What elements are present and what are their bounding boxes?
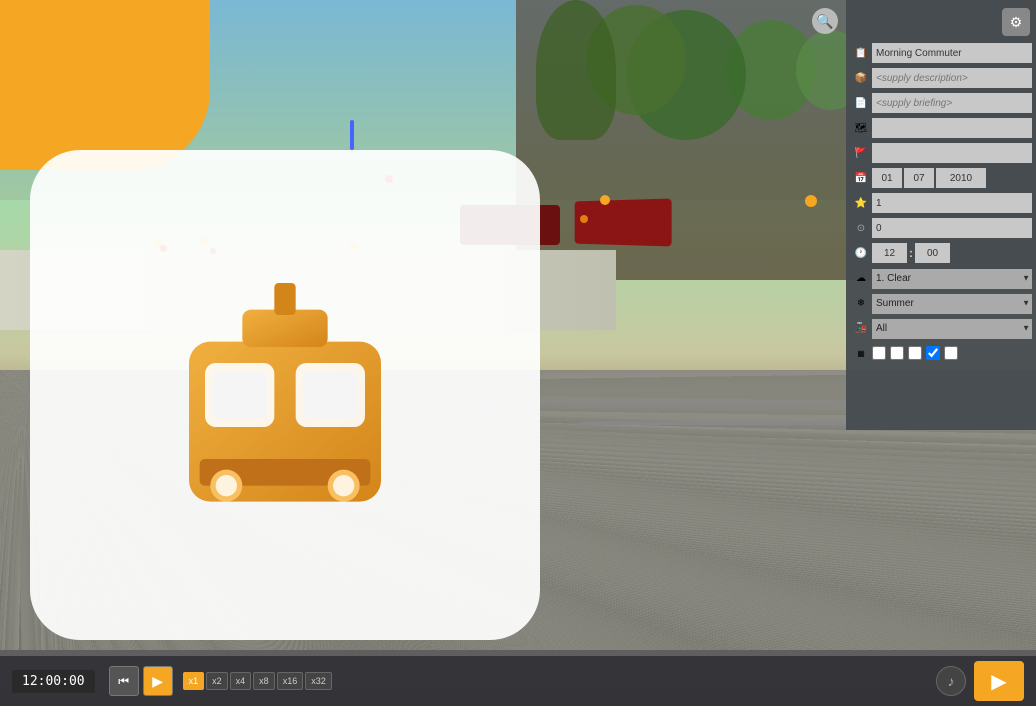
speed-x8-button[interactable]: x8 bbox=[253, 672, 275, 690]
gear-icon: ⚙ bbox=[1010, 14, 1023, 31]
settings-panel: ⚙ 📋 📦 📄 🗺 🚩 📅 bbox=[846, 0, 1036, 430]
weather-icon: ☁ bbox=[850, 267, 872, 289]
music-button[interactable]: ♪ bbox=[936, 666, 966, 696]
scenario-icon: 📋 bbox=[850, 42, 872, 64]
time-icon: 🕐 bbox=[850, 242, 872, 264]
points-input[interactable] bbox=[872, 218, 1032, 238]
marker-blue bbox=[350, 120, 354, 150]
era-icon: 🚂 bbox=[850, 317, 872, 339]
points-row: ⊙ bbox=[850, 217, 1032, 239]
weather-select[interactable]: 1. Clear 2. Overcast 3. Rain 4. Snow bbox=[872, 269, 1032, 289]
tree-5 bbox=[536, 0, 616, 140]
play-big-button[interactable]: ▶ bbox=[974, 661, 1024, 701]
field4-row: 🚩 bbox=[850, 142, 1032, 164]
stars-input[interactable] bbox=[872, 193, 1032, 213]
checkboxes-row: ▦ bbox=[850, 342, 1032, 364]
checkbox-1[interactable] bbox=[872, 346, 886, 360]
supply-desc-icon: 📦 bbox=[850, 67, 872, 89]
music-icon: ♪ bbox=[948, 673, 955, 689]
dot-6 bbox=[805, 195, 817, 207]
supply-briefing-input[interactable] bbox=[872, 93, 1032, 113]
date-icon: 📅 bbox=[850, 167, 872, 189]
right-controls: ♪ ▶ bbox=[936, 661, 1024, 701]
stars-icon: ⭐ bbox=[850, 192, 872, 214]
checkbox-3[interactable] bbox=[908, 346, 922, 360]
date-month-input[interactable] bbox=[904, 168, 934, 188]
supply-briefing-row: 📄 bbox=[850, 92, 1032, 114]
checkbox-4[interactable] bbox=[926, 346, 940, 360]
time-min-input[interactable] bbox=[915, 243, 950, 263]
supply-briefing-icon: 📄 bbox=[850, 92, 872, 114]
supply-description-input[interactable] bbox=[872, 68, 1032, 88]
scenario-name-row: 📋 bbox=[850, 42, 1032, 64]
panel-header: ⚙ bbox=[850, 4, 1032, 40]
train-card bbox=[30, 150, 540, 640]
search-button[interactable]: 🔍 bbox=[812, 8, 838, 34]
field4-icon: 🚩 bbox=[850, 142, 872, 164]
supply-description-row: 📦 bbox=[850, 67, 1032, 89]
gear-button[interactable]: ⚙ bbox=[1002, 8, 1030, 36]
points-icon: ⊙ bbox=[850, 217, 872, 239]
speed-buttons: x1 x2 x4 x8 x16 x32 bbox=[183, 672, 332, 690]
speed-x32-button[interactable]: x32 bbox=[305, 672, 332, 690]
dot-5 bbox=[580, 215, 588, 223]
skip-back-button[interactable]: ⏮ bbox=[109, 666, 139, 696]
bottom-bar: 12:00:00 ⏮ ▶ x1 x2 x4 x8 x16 x32 ♪ ▶ bbox=[0, 656, 1036, 706]
play-big-icon: ▶ bbox=[991, 669, 1006, 694]
dot-4 bbox=[600, 195, 610, 205]
checkbox-2[interactable] bbox=[890, 346, 904, 360]
era-row: 🚂 All Steam Diesel Electric ▼ bbox=[850, 317, 1032, 339]
speed-x4-button[interactable]: x4 bbox=[230, 672, 252, 690]
transport-controls: ⏮ ▶ bbox=[109, 666, 173, 696]
speed-x1-button[interactable]: x1 bbox=[183, 672, 205, 690]
field3-row: 🗺 bbox=[850, 117, 1032, 139]
skip-back-icon: ⏮ bbox=[118, 674, 129, 689]
scenario-name-input[interactable] bbox=[872, 43, 1032, 63]
time-group: : bbox=[872, 243, 1032, 263]
time-display: 12:00:00 bbox=[12, 670, 95, 693]
date-day-input[interactable] bbox=[872, 168, 902, 188]
weather-select-wrapper: 1. Clear 2. Overcast 3. Rain 4. Snow ▼ bbox=[872, 268, 1032, 288]
bench-2 bbox=[575, 198, 672, 246]
checkbox-row-icon: ▦ bbox=[850, 342, 872, 364]
weather-row: ☁ 1. Clear 2. Overcast 3. Rain 4. Snow ▼ bbox=[850, 267, 1032, 289]
checkbox-group bbox=[872, 346, 1032, 360]
date-group bbox=[872, 168, 1032, 188]
season-icon: ❄ bbox=[850, 292, 872, 314]
field3-icon: 🗺 bbox=[850, 117, 872, 139]
play-icon: ▶ bbox=[152, 673, 163, 690]
stars-row: ⭐ bbox=[850, 192, 1032, 214]
era-select[interactable]: All Steam Diesel Electric bbox=[872, 319, 1032, 339]
speed-x2-button[interactable]: x2 bbox=[206, 672, 228, 690]
logo-orange bbox=[0, 0, 210, 170]
season-select[interactable]: Spring Summer Autumn Winter bbox=[872, 294, 1032, 314]
season-row: ❄ Spring Summer Autumn Winter ▼ bbox=[850, 292, 1032, 314]
date-row: 📅 bbox=[850, 167, 1032, 189]
field4-input[interactable] bbox=[872, 143, 1032, 163]
date-year-input[interactable] bbox=[936, 168, 986, 188]
time-hour-input[interactable] bbox=[872, 243, 907, 263]
season-select-wrapper: Spring Summer Autumn Winter ▼ bbox=[872, 293, 1032, 313]
time-separator: : bbox=[909, 246, 913, 260]
checkbox-5[interactable] bbox=[944, 346, 958, 360]
era-select-wrapper: All Steam Diesel Electric ▼ bbox=[872, 318, 1032, 338]
search-icon: 🔍 bbox=[816, 13, 833, 30]
time-row: 🕐 : bbox=[850, 242, 1032, 264]
field3-input[interactable] bbox=[872, 118, 1032, 138]
train-icon bbox=[125, 235, 445, 555]
speed-x16-button[interactable]: x16 bbox=[277, 672, 304, 690]
play-button[interactable]: ▶ bbox=[143, 666, 173, 696]
